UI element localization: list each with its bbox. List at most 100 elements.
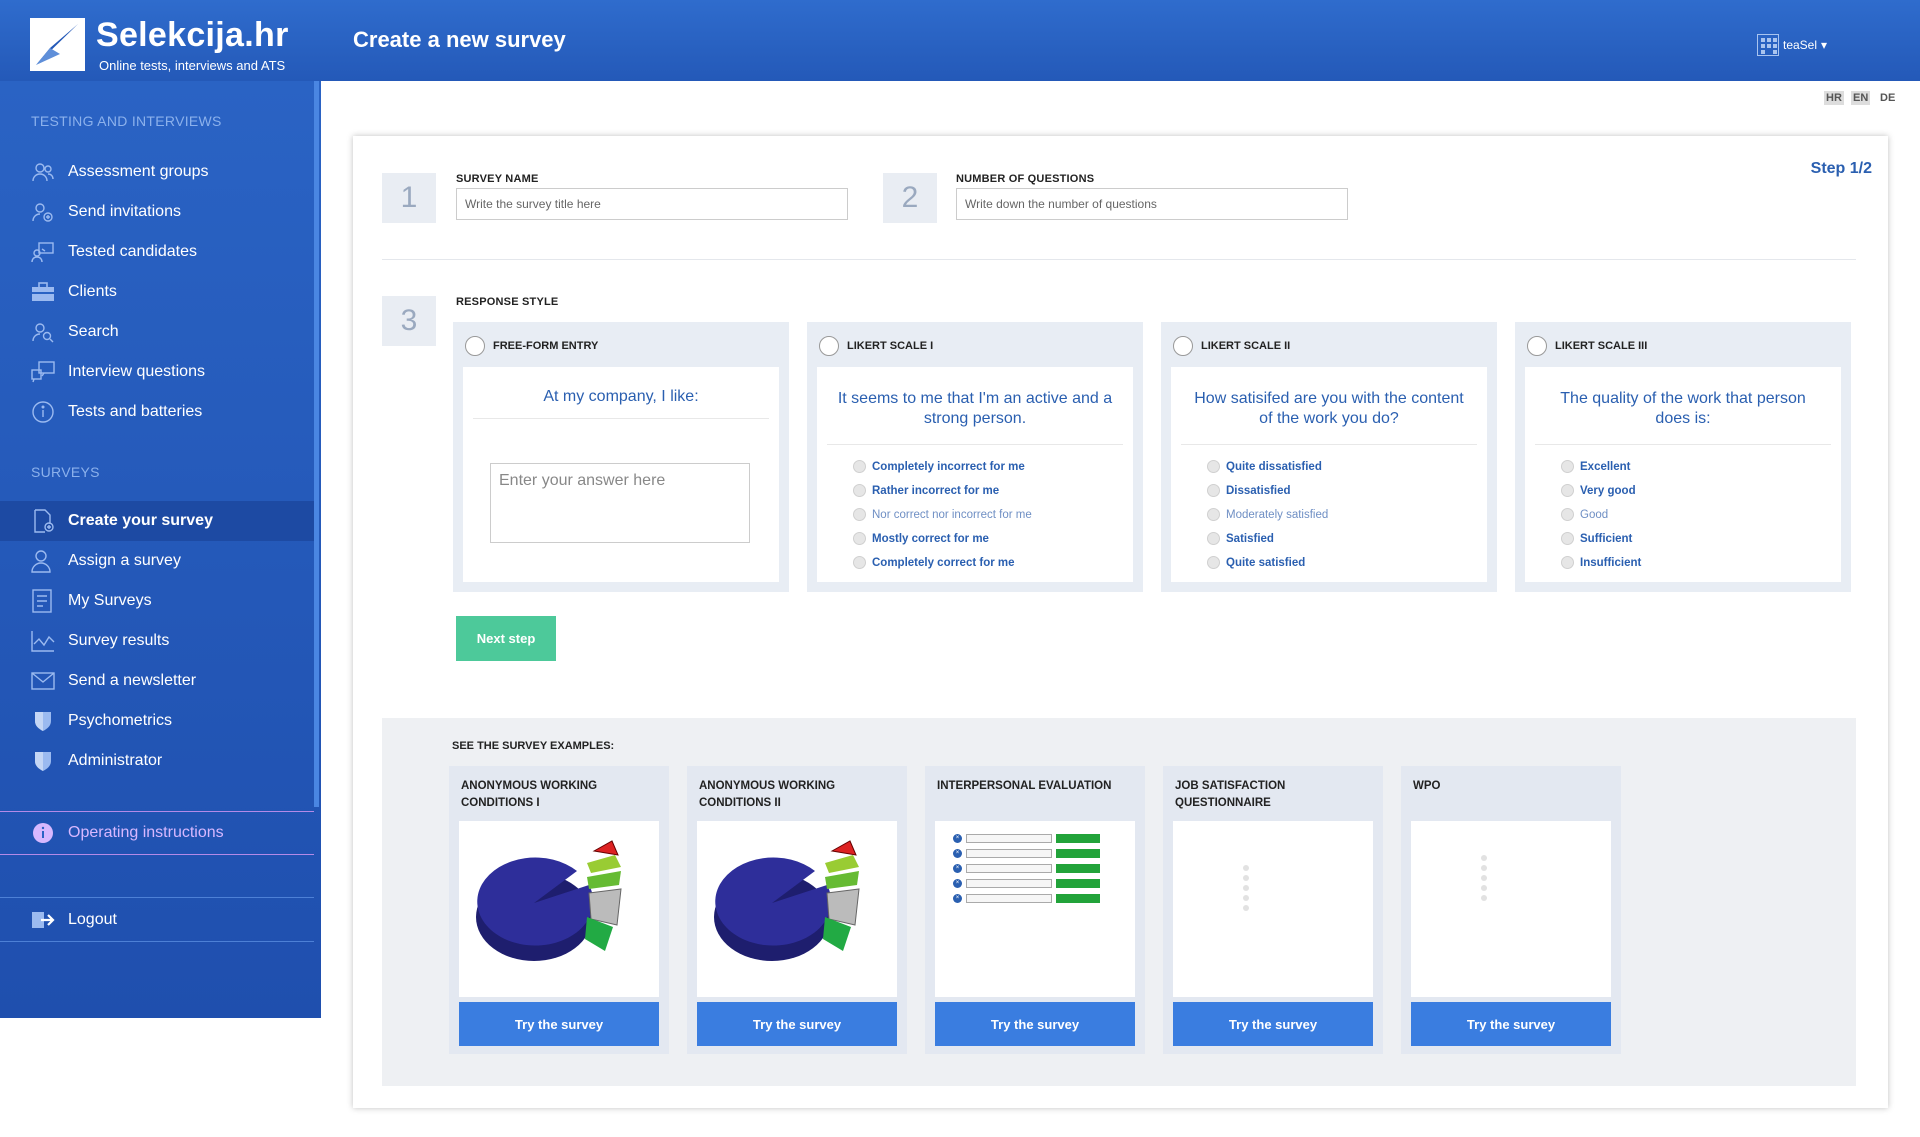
sidebar-item-send-newsletter[interactable]: Send a newsletter [0, 661, 314, 701]
preview-option: Sufficient [1561, 532, 1632, 545]
preview-option: Very good [1561, 484, 1636, 497]
next-step-button[interactable]: Next step [456, 616, 556, 661]
envelope-icon [30, 669, 56, 693]
sidebar-item-label: Administrator [68, 752, 163, 769]
sidebar-item-send-invitations[interactable]: Send invitations [0, 192, 314, 232]
sidebar-item-tested-candidates[interactable]: Tested candidates [0, 232, 314, 272]
preview-question: How satisifed are you with the content o… [1194, 390, 1464, 427]
section-surveys-label: SURVEYS [31, 464, 100, 480]
sidebar-item-assessment-groups[interactable]: Assessment groups [0, 152, 314, 192]
sidebar-item-label: Send a newsletter [68, 672, 197, 689]
mini-select [966, 848, 1052, 858]
radio-dot-icon [1207, 460, 1220, 473]
radio-button[interactable] [1173, 336, 1193, 356]
response-style-preview: At my company, I like: Enter your answer… [463, 367, 779, 582]
preview-option: Good [1561, 508, 1608, 521]
lang-hr[interactable]: HR [1824, 91, 1844, 105]
remove-icon: × [953, 878, 962, 888]
sidebar-item-label: Create your survey [68, 512, 213, 529]
response-style-likert-1[interactable]: LIKERT SCALE I It seems to me that I'm a… [807, 322, 1143, 592]
radio-button[interactable] [465, 336, 485, 356]
step-number-2: 2 [883, 173, 937, 223]
logo-subtitle: Online tests, interviews and ATS [99, 58, 286, 73]
response-style-likert-2[interactable]: LIKERT SCALE II How satisifed are you wi… [1161, 322, 1497, 592]
mini-green-button [1056, 893, 1100, 903]
preview-option: Nor correct nor incorrect for me [853, 508, 1032, 521]
candidates-icon [30, 240, 56, 264]
radio-dot-icon [1207, 484, 1220, 497]
sidebar-item-label: Search [68, 323, 119, 340]
sidebar-item-logout[interactable]: Logout [0, 899, 314, 941]
radio-dot-icon [853, 532, 866, 545]
list-icon [30, 589, 56, 613]
sidebar-item-operating-instructions[interactable]: Operating instructions [0, 811, 314, 855]
response-style-free-form[interactable]: FREE-FORM ENTRY At my company, I like: E… [453, 322, 789, 592]
preview-divider [827, 444, 1123, 445]
logo[interactable]: Selekcija.hr Online tests, interviews an… [30, 16, 330, 76]
wpo-preview-image [1411, 821, 1611, 997]
preview-option: Mostly correct for me [853, 532, 989, 545]
sidebar-item-psychometrics[interactable]: Psychometrics [0, 701, 314, 741]
chat-question-icon [30, 360, 56, 384]
user-menu[interactable]: teaSel ▾ [1757, 34, 1827, 56]
examples-title: SEE THE SURVEY EXAMPLES: [452, 740, 615, 752]
radio-button[interactable] [819, 336, 839, 356]
response-style-title: LIKERT SCALE II [1201, 340, 1291, 352]
preview-answer-field: Enter your answer here [490, 463, 750, 543]
mini-green-button [1056, 878, 1100, 888]
mini-select [966, 833, 1052, 843]
response-style-title: FREE-FORM ENTRY [493, 340, 599, 352]
logout-icon [30, 908, 56, 932]
preview-question: It seems to me that I'm an active and a … [837, 390, 1113, 427]
mini-green-button [1056, 848, 1100, 858]
survey-name-label: SURVEY NAME [456, 173, 539, 185]
response-style-likert-3[interactable]: LIKERT SCALE III The quality of the work… [1515, 322, 1851, 592]
radio-dot-icon [1207, 508, 1220, 521]
sidebar-item-label: Tested candidates [68, 243, 197, 260]
user-name: teaSel [1783, 38, 1818, 52]
sidebar-divider [0, 941, 314, 942]
num-questions-input[interactable]: Write down the number of questions [956, 188, 1348, 220]
step-number-3: 3 [382, 296, 436, 346]
example-name: ANONYMOUS WORKING CONDITIONS I [461, 780, 598, 809]
try-survey-button[interactable]: Try the survey [935, 1002, 1135, 1046]
sidebar-item-assign-survey[interactable]: Assign a survey [0, 541, 314, 581]
preview-option: Dissatisfied [1207, 484, 1291, 497]
pie-chart-preview-image [459, 821, 659, 997]
sidebar-item-my-surveys[interactable]: My Surveys [0, 581, 314, 621]
step-indicator: Step 1/2 [1810, 160, 1872, 177]
try-survey-button[interactable]: Try the survey [1411, 1002, 1611, 1046]
survey-name-input[interactable]: Write the survey title here [456, 188, 848, 220]
sidebar-item-search[interactable]: Search [0, 312, 314, 352]
sidebar-item-clients[interactable]: Clients [0, 272, 314, 312]
sidebar-item-interview-questions[interactable]: Interview questions [0, 352, 314, 392]
mini-select [966, 878, 1052, 888]
radio-button[interactable] [1527, 336, 1547, 356]
preview-option: Insufficient [1561, 556, 1641, 569]
sidebar-item-label: Survey results [68, 632, 170, 649]
preview-option: Satisfied [1207, 532, 1274, 545]
sidebar-item-survey-results[interactable]: Survey results [0, 621, 314, 661]
remove-icon: × [953, 848, 962, 858]
radio-dot-icon [853, 556, 866, 569]
preview-divider [1181, 444, 1477, 445]
lang-en[interactable]: EN [1851, 91, 1871, 105]
num-questions-label: NUMBER OF QUESTIONS [956, 173, 1095, 185]
person-assign-icon [30, 549, 56, 573]
radio-dot-icon [1561, 460, 1574, 473]
sidebar-item-label: Send invitations [68, 203, 181, 220]
try-survey-button[interactable]: Try the survey [697, 1002, 897, 1046]
page-title: Create a new survey [353, 27, 566, 52]
lang-de[interactable]: DE [1878, 91, 1897, 105]
response-style-title: LIKERT SCALE I [847, 340, 934, 352]
preview-question: The quality of the work that person does… [1560, 390, 1806, 427]
preview-option: Moderately satisfied [1207, 508, 1328, 521]
sidebar-scrollbar[interactable] [314, 81, 319, 807]
sidebar-item-tests-batteries[interactable]: Tests and batteries [0, 392, 314, 432]
info-icon [30, 821, 56, 845]
try-survey-button[interactable]: Try the survey [1173, 1002, 1373, 1046]
try-survey-button[interactable]: Try the survey [459, 1002, 659, 1046]
sidebar-item-create-survey[interactable]: Create your survey [0, 501, 314, 541]
sidebar-item-administrator[interactable]: Administrator [0, 741, 314, 781]
person-add-icon [30, 200, 56, 224]
